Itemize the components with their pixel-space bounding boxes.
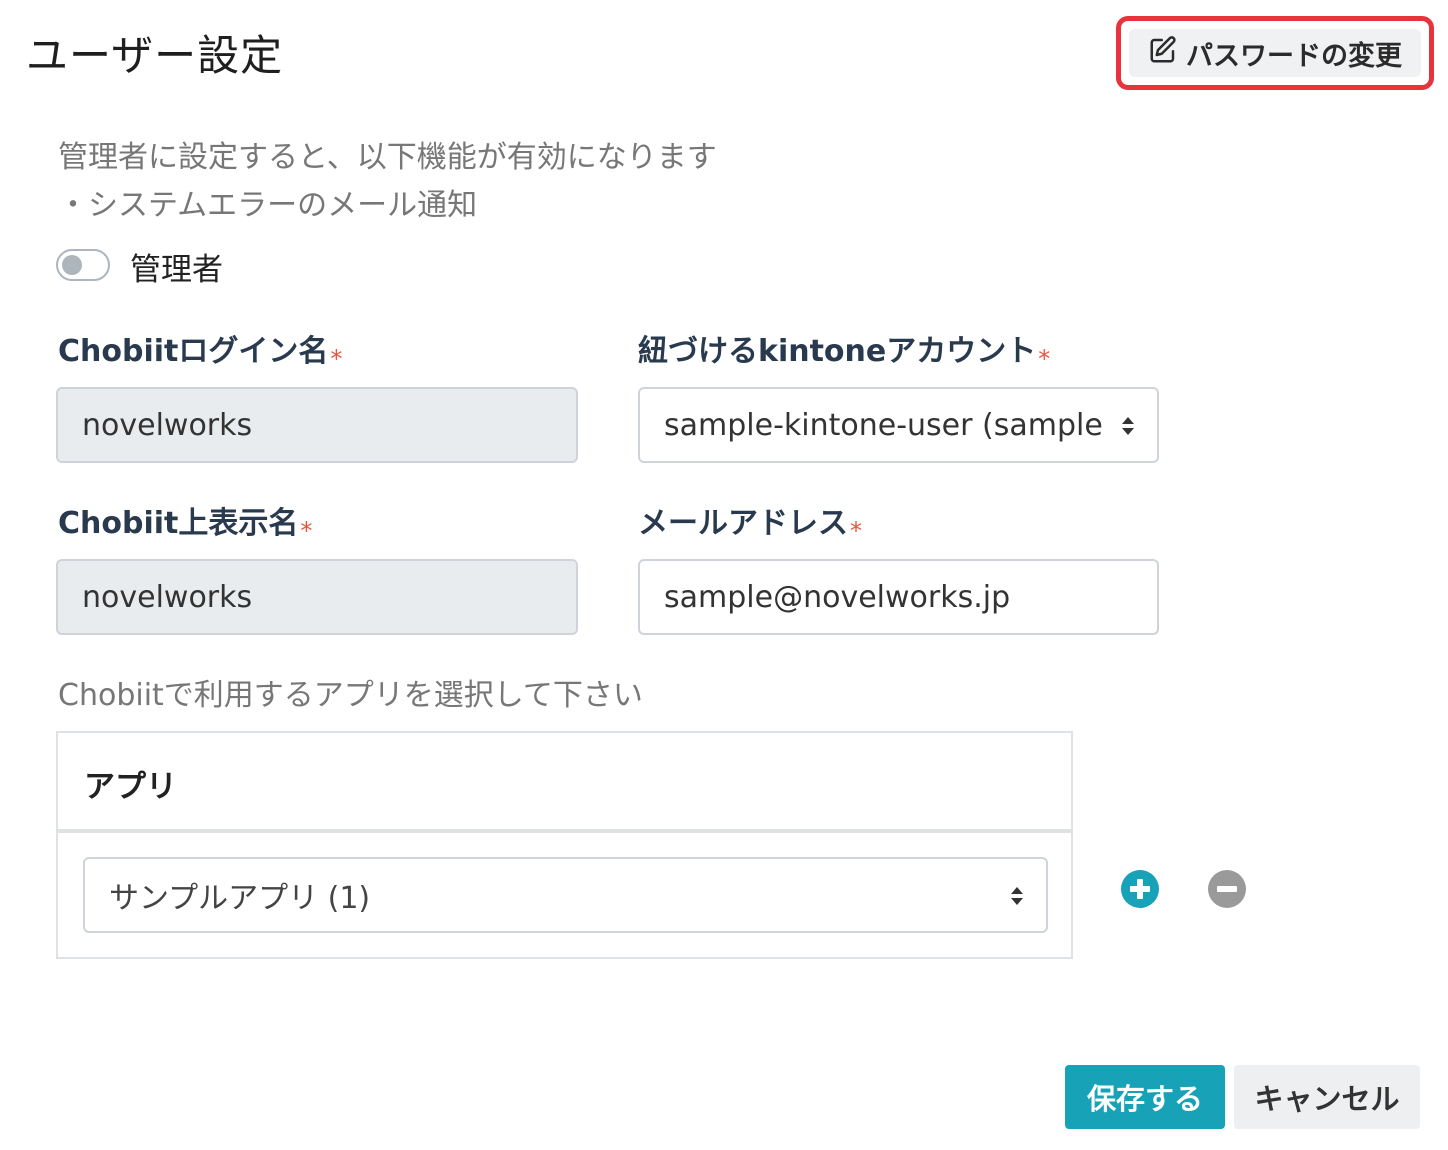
display-name-label: Chobiit上表示名* xyxy=(58,498,313,545)
add-app-button[interactable] xyxy=(1121,870,1159,908)
display-name-value: novelworks xyxy=(82,579,253,615)
email-field[interactable]: sample@novelworks.jp xyxy=(638,559,1159,635)
change-password-label: パスワードの変更 xyxy=(1186,40,1402,72)
login-name-label: Chobiitログイン名* xyxy=(58,326,343,373)
email-value: sample@novelworks.jp xyxy=(664,579,1011,615)
remove-app-button[interactable] xyxy=(1208,870,1246,908)
admin-toggle[interactable] xyxy=(56,249,110,281)
cancel-button[interactable]: キャンセル xyxy=(1234,1065,1420,1129)
kintone-account-label-text: 紐づけるkintoneアカウント xyxy=(638,334,1037,369)
admin-description: 管理者に設定すると、以下機能が有効になります ・システムエラーのメール通知 xyxy=(58,134,717,230)
login-name-value: novelworks xyxy=(82,407,253,443)
app-select[interactable]: サンプルアプリ (1) xyxy=(83,857,1048,933)
select-arrows-icon xyxy=(1011,887,1023,905)
required-mark: * xyxy=(850,517,862,545)
required-mark: * xyxy=(330,345,343,373)
email-label: メールアドレス* xyxy=(638,498,862,545)
admin-description-line2: ・システムエラーのメール通知 xyxy=(58,188,478,223)
required-mark: * xyxy=(1038,345,1051,373)
required-mark: * xyxy=(300,517,313,545)
kintone-account-value: sample-kintone-user (sample- xyxy=(664,407,1104,443)
app-column-header: アプリ xyxy=(84,769,177,805)
app-table-header: アプリ xyxy=(58,733,1071,833)
save-button[interactable]: 保存する xyxy=(1065,1065,1225,1129)
password-button-highlight: パスワードの変更 xyxy=(1116,16,1434,90)
display-name-input[interactable]: novelworks xyxy=(56,559,578,635)
kintone-account-label: 紐づけるkintoneアカウント* xyxy=(638,326,1051,373)
login-name-input[interactable]: novelworks xyxy=(56,387,578,463)
select-arrows-icon xyxy=(1122,417,1134,435)
plus-circle-icon xyxy=(1121,870,1159,908)
page-title: ユーザー設定 xyxy=(26,31,284,80)
app-selection-hint: Chobiitで利用するアプリを選択して下さい xyxy=(58,678,643,713)
display-name-label-text: Chobiit上表示名 xyxy=(58,506,299,541)
admin-toggle-label: 管理者 xyxy=(130,252,223,288)
app-select-value: サンプルアプリ (1) xyxy=(109,881,371,916)
app-table: アプリ サンプルアプリ (1) xyxy=(56,731,1073,959)
change-password-button[interactable]: パスワードの変更 xyxy=(1129,29,1421,77)
login-name-label-text: Chobiitログイン名 xyxy=(58,334,329,369)
email-label-text: メールアドレス xyxy=(638,506,848,541)
kintone-account-select[interactable]: sample-kintone-user (sample- xyxy=(638,387,1159,463)
admin-description-line1: 管理者に設定すると、以下機能が有効になります xyxy=(58,140,717,175)
edit-icon xyxy=(1148,35,1178,72)
minus-circle-icon xyxy=(1208,870,1246,908)
toggle-knob xyxy=(62,255,82,275)
